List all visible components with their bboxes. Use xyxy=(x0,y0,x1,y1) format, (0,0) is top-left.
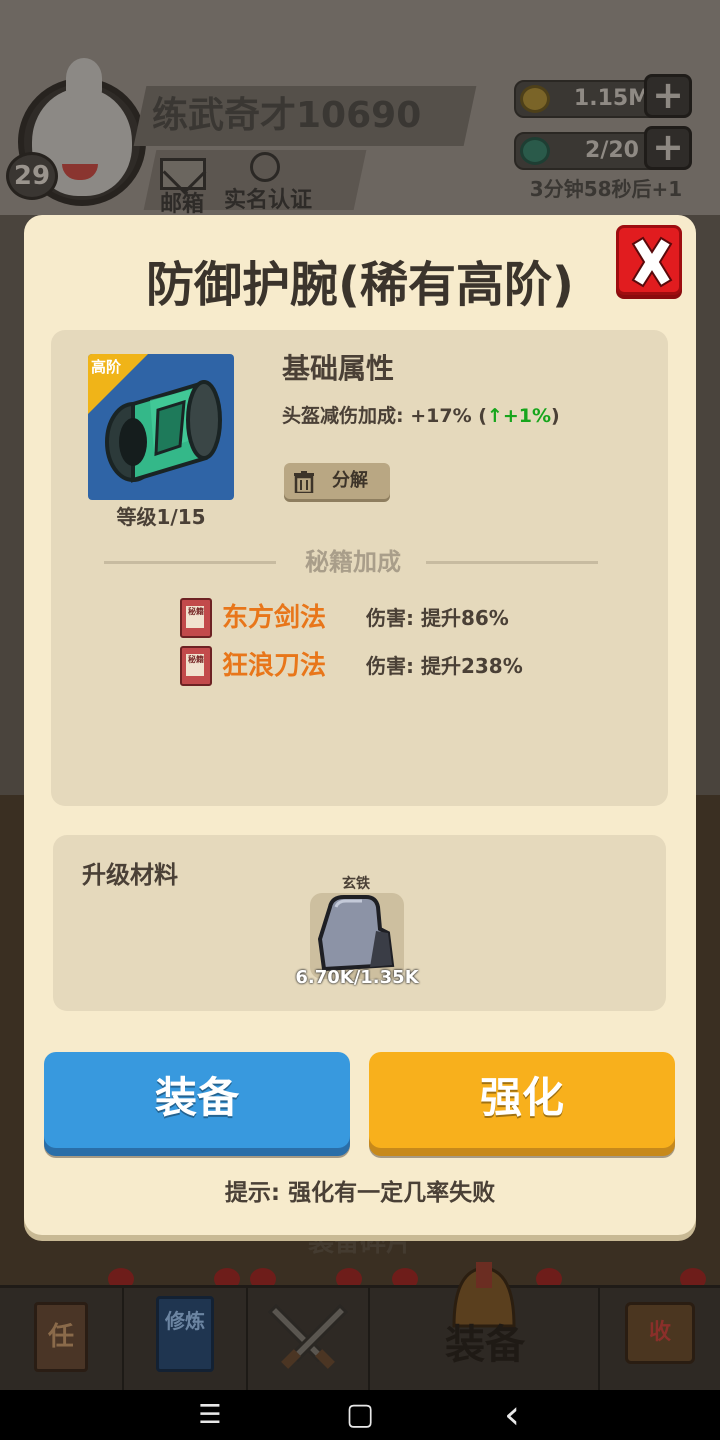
back-icon[interactable]: ‹ xyxy=(482,1390,542,1440)
stat-line: 头盔减伤加成: +17% (↑+1%) xyxy=(282,401,560,427)
training-book-icon: 修炼 xyxy=(156,1296,214,1372)
decompose-label: 分解 xyxy=(332,470,368,491)
divider-right xyxy=(426,561,598,564)
stat-close: ) xyxy=(551,405,560,427)
divider-left xyxy=(104,561,276,564)
close-icon xyxy=(631,236,673,288)
collection-icon: 收 xyxy=(625,1302,695,1364)
gourd-icon xyxy=(520,137,550,165)
crossed-swords-icon xyxy=(267,1303,349,1369)
mailbox-button[interactable]: 邮箱 xyxy=(158,156,210,217)
quest-scroll-icon: 任 xyxy=(34,1302,88,1372)
tab-equipment-label: 装备 xyxy=(445,1322,525,1368)
equip-button[interactable]: 装备 xyxy=(44,1052,350,1148)
secret-skill-name: 东方剑法 xyxy=(222,603,327,633)
add-gold-button[interactable]: + xyxy=(644,74,692,118)
player-level-badge: 29 xyxy=(6,152,58,200)
tier-label: 高阶 xyxy=(91,358,122,376)
tab-battle[interactable] xyxy=(248,1288,370,1390)
player-name: 练武奇才10690 xyxy=(152,95,422,136)
tab-collection[interactable]: 收 xyxy=(600,1288,720,1390)
arrow-up-icon: ↑ xyxy=(486,405,503,427)
secret-skill-name: 狂浪刀法 xyxy=(222,651,327,681)
item-level: 等级1/15 xyxy=(116,505,206,529)
material-count: 6.70K/1.35K xyxy=(295,967,419,988)
stat-text: 头盔减伤加成: +17% ( xyxy=(282,405,487,427)
tab-quest[interactable]: 任 xyxy=(0,1288,124,1390)
secret-skill-effect: 伤害: 提升238% xyxy=(366,654,523,678)
decompose-button[interactable]: 分解 xyxy=(284,463,390,499)
gold-counter: 1.15M xyxy=(514,80,664,118)
secret-book-label: 秘籍 xyxy=(188,655,204,664)
dialog-title: 防御护腕(稀有高阶) xyxy=(146,257,574,313)
secret-skill-effect: 伤害: 提升86% xyxy=(366,606,509,630)
hint-text: 提示: 强化有一定几率失败 xyxy=(224,1180,496,1206)
bottom-tab-bar: 任 修炼 收 xyxy=(0,1262,720,1390)
secret-book-icon: 秘籍 xyxy=(180,598,212,638)
add-energy-button[interactable]: + xyxy=(644,126,692,170)
upgrade-button[interactable]: 强化 xyxy=(369,1052,675,1148)
magnifier-icon xyxy=(250,152,280,182)
base-attributes-heading: 基础属性 xyxy=(282,352,395,385)
energy-timer: 3分钟58秒后+1 xyxy=(529,177,683,201)
tab-training[interactable]: 修炼 xyxy=(124,1288,248,1390)
item-detail-dialog: 防御护腕(稀有高阶) 高阶 等级1/15 基础属性 头盔减伤加成: +17% (… xyxy=(24,215,696,1235)
coin-icon xyxy=(520,85,550,113)
secret-book-icon: 秘籍 xyxy=(180,646,212,686)
stat-increase: +1% xyxy=(502,405,552,427)
realname-verify-button[interactable]: 实名认证 xyxy=(224,152,320,213)
material-name: 玄铁 xyxy=(342,876,370,892)
secret-bonus-heading: 秘籍加成 xyxy=(305,548,401,576)
home-icon[interactable]: ▢ xyxy=(330,1390,390,1440)
menu-icon[interactable]: ☰ xyxy=(180,1390,240,1440)
realname-label: 实名认证 xyxy=(224,188,313,213)
system-navigation-bar: ☰ ▢ ‹ xyxy=(0,1390,720,1440)
energy-counter: 2/20 xyxy=(514,132,664,170)
mailbox-label: 邮箱 xyxy=(160,192,205,217)
secret-book-label: 秘籍 xyxy=(188,607,204,616)
trash-icon xyxy=(294,471,314,493)
close-button[interactable] xyxy=(616,225,682,295)
item-icon-frame[interactable]: 高阶 xyxy=(88,354,234,500)
materials-heading: 升级材料 xyxy=(82,861,178,889)
